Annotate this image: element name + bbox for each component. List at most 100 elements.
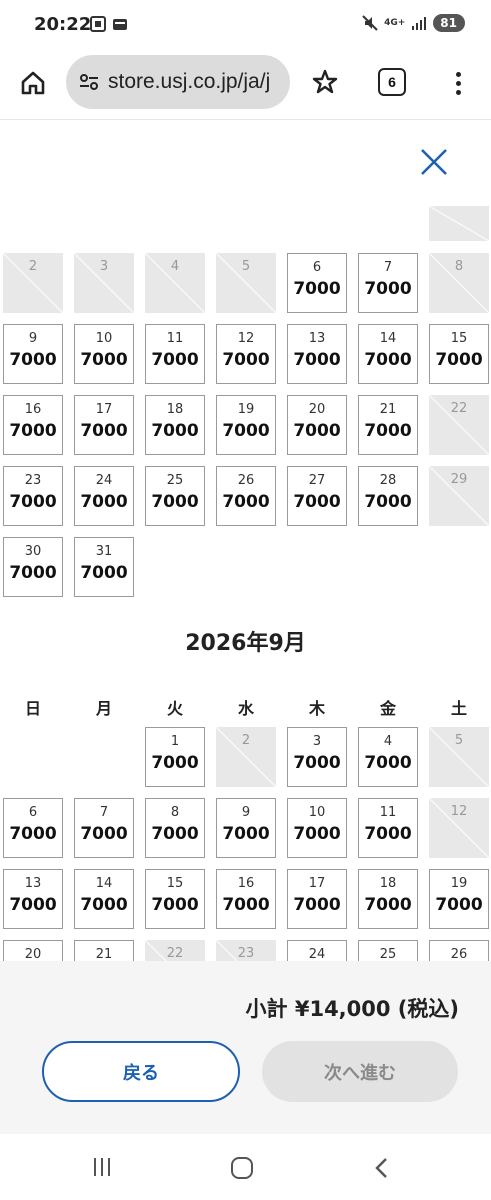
day-price: 7000 bbox=[293, 824, 341, 844]
browser-toolbar: store.usj.co.jp/ja/j 6 bbox=[0, 52, 491, 120]
day-price: 7000 bbox=[364, 279, 412, 299]
day-number: 3 bbox=[312, 734, 322, 749]
calendar-day[interactable]: 25 7000 bbox=[145, 466, 205, 526]
address-bar[interactable]: store.usj.co.jp/ja/j bbox=[66, 55, 290, 109]
calendar-day[interactable]: 7 7000 bbox=[74, 798, 134, 858]
weekday-label: 水 bbox=[237, 699, 254, 718]
calendar-day[interactable]: 19 7000 bbox=[216, 395, 276, 455]
status-notification-icons bbox=[90, 16, 128, 32]
day-number: 3 bbox=[99, 259, 109, 274]
calendar-day[interactable]: 12 7000 bbox=[216, 324, 276, 384]
day-number: 16 bbox=[24, 402, 42, 417]
calendar-day[interactable]: 14 7000 bbox=[74, 869, 134, 929]
calendar-day[interactable]: 15 7000 bbox=[145, 869, 205, 929]
network-type: 4G+ bbox=[384, 17, 406, 28]
calendar-day[interactable]: 9 7000 bbox=[216, 798, 276, 858]
star-icon bbox=[312, 69, 338, 94]
day-number: 24 bbox=[95, 473, 113, 488]
calendar-day[interactable]: 11 7000 bbox=[358, 798, 418, 858]
day-price: 7000 bbox=[293, 895, 341, 915]
calendar-day-disabled: 23 bbox=[216, 940, 276, 961]
calendar-day[interactable]: 7 7000 bbox=[358, 253, 418, 313]
calendar-day[interactable]: 10 7000 bbox=[74, 324, 134, 384]
calendar-day-disabled: 2 bbox=[3, 253, 63, 313]
day-price: 7000 bbox=[9, 492, 57, 512]
calendar-day[interactable]: 24 7000 bbox=[74, 466, 134, 526]
calendar-day[interactable]: 26 bbox=[429, 940, 489, 961]
day-price: 7000 bbox=[222, 895, 270, 915]
close-icon[interactable] bbox=[418, 146, 450, 178]
day-price: 7000 bbox=[222, 824, 270, 844]
back-nav-icon[interactable] bbox=[372, 1156, 392, 1180]
day-number: 29 bbox=[450, 472, 468, 487]
day-price: 7000 bbox=[364, 421, 412, 441]
day-price: 7000 bbox=[80, 350, 128, 370]
calendar-day[interactable]: 25 bbox=[358, 940, 418, 961]
day-number: 25 bbox=[166, 473, 184, 488]
calendar-day[interactable]: 23 7000 bbox=[3, 466, 63, 526]
day-number: 11 bbox=[166, 331, 184, 346]
calendar-day[interactable]: 3 7000 bbox=[287, 727, 347, 787]
day-price: 7000 bbox=[364, 492, 412, 512]
calendar-day[interactable]: 27 7000 bbox=[287, 466, 347, 526]
day-price: 7000 bbox=[435, 350, 483, 370]
home-nav-icon[interactable] bbox=[231, 1157, 253, 1179]
calendar-day[interactable]: 8 7000 bbox=[145, 798, 205, 858]
day-number: 9 bbox=[241, 805, 251, 820]
day-price: 7000 bbox=[151, 824, 199, 844]
calendar-day[interactable]: 6 7000 bbox=[3, 798, 63, 858]
tab-switcher-button[interactable]: 6 bbox=[378, 68, 406, 96]
calendar-day[interactable]: 26 7000 bbox=[216, 466, 276, 526]
calendar-day[interactable]: 13 7000 bbox=[3, 869, 63, 929]
calendar-day[interactable]: 30 7000 bbox=[3, 537, 63, 597]
calendar-day[interactable]: 13 7000 bbox=[287, 324, 347, 384]
calendar-day[interactable]: 31 7000 bbox=[74, 537, 134, 597]
url-text: store.usj.co.jp/ja/j bbox=[108, 70, 271, 93]
calendar-day[interactable]: 16 7000 bbox=[3, 395, 63, 455]
calendar-day[interactable]: 24 bbox=[287, 940, 347, 961]
calendar-day[interactable]: 20 7000 bbox=[287, 395, 347, 455]
calendar-day[interactable]: 16 7000 bbox=[216, 869, 276, 929]
calendar-day[interactable]: 19 7000 bbox=[429, 869, 489, 929]
calendar-day-disabled: 2 bbox=[216, 727, 276, 787]
day-number: 22 bbox=[166, 946, 184, 961]
calendar-day[interactable]: 4 7000 bbox=[358, 727, 418, 787]
calendar-day[interactable]: 1 7000 bbox=[145, 727, 205, 787]
recent-apps-icon[interactable] bbox=[94, 1158, 110, 1176]
calendar-content: 2 3 4 5 8 22 29 6 7000 7 7000 9 7000 10 7000 11 7000 12 70… bbox=[0, 121, 491, 961]
calendar-day[interactable]: 9 7000 bbox=[3, 324, 63, 384]
day-number: 5 bbox=[241, 259, 251, 274]
calendar-day[interactable]: 14 7000 bbox=[358, 324, 418, 384]
calendar-day[interactable]: 6 7000 bbox=[287, 253, 347, 313]
home-button[interactable] bbox=[16, 66, 50, 100]
calendar-day[interactable]: 28 7000 bbox=[358, 466, 418, 526]
next-button[interactable]: 次へ進む bbox=[262, 1041, 458, 1102]
day-price: 7000 bbox=[293, 279, 341, 299]
calendar-day[interactable]: 17 7000 bbox=[287, 869, 347, 929]
day-number: 1 bbox=[170, 734, 180, 749]
calendar-day[interactable]: 21 7000 bbox=[358, 395, 418, 455]
day-number: 7 bbox=[383, 260, 393, 275]
calendar-day[interactable]: 18 7000 bbox=[358, 869, 418, 929]
calendar-day[interactable]: 15 7000 bbox=[429, 324, 489, 384]
day-number: 17 bbox=[95, 402, 113, 417]
calendar-day-disabled: 3 bbox=[74, 253, 134, 313]
day-number: 24 bbox=[308, 947, 326, 962]
calendar-day[interactable]: 18 7000 bbox=[145, 395, 205, 455]
day-price: 7000 bbox=[151, 350, 199, 370]
bookmark-button[interactable] bbox=[308, 65, 342, 99]
calendar-day[interactable]: 21 bbox=[74, 940, 134, 961]
overflow-menu-button[interactable] bbox=[446, 66, 470, 100]
calendar-day[interactable]: 17 7000 bbox=[74, 395, 134, 455]
day-number: 5 bbox=[454, 733, 464, 748]
day-price: 7000 bbox=[151, 753, 199, 773]
day-number: 13 bbox=[308, 331, 326, 346]
calendar-day[interactable]: 11 7000 bbox=[145, 324, 205, 384]
calendar-day[interactable]: 10 7000 bbox=[287, 798, 347, 858]
day-number: 4 bbox=[170, 259, 180, 274]
weekday-label: 月 bbox=[95, 699, 112, 718]
calendar-day[interactable]: 20 bbox=[3, 940, 63, 961]
back-button[interactable]: 戻る bbox=[42, 1041, 240, 1102]
site-settings-icon[interactable] bbox=[78, 71, 100, 93]
weekday-label: 火 bbox=[166, 699, 183, 718]
